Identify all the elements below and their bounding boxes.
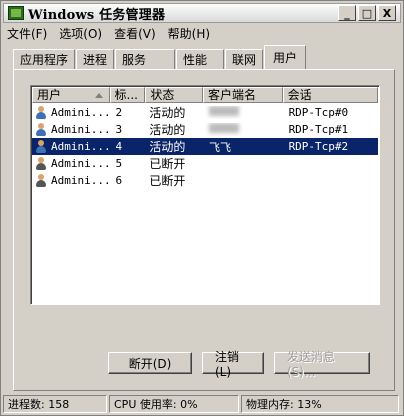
session-id: 5 [115, 157, 123, 170]
tab-applications[interactable]: 应用程序 [13, 49, 76, 69]
maximize-button[interactable]: □ [358, 5, 376, 21]
user-name: Admini... [51, 140, 110, 153]
tab-performance[interactable]: 性能 [176, 49, 225, 69]
column-user-label: 用户 [37, 88, 62, 102]
session-id: 3 [115, 123, 123, 136]
session-state: 活动的 [149, 106, 186, 120]
session-state: 已断开 [149, 157, 186, 171]
disconnect-button[interactable]: 断开(D) [108, 352, 192, 374]
table-row-selected[interactable]: Admini... 4 活动的 飞飞 RDP-Tcp#2 [32, 138, 378, 155]
logoff-button[interactable]: 注销(L) [202, 350, 264, 379]
column-state[interactable]: 状态 [145, 87, 204, 103]
table-row[interactable]: Admini... 6 已断开 [32, 172, 378, 189]
menu-view[interactable]: 查看(V) [114, 25, 156, 43]
session-state: 活动的 [149, 123, 186, 137]
cpu-usage: CPU 使用率: 0% [109, 395, 239, 413]
users-list[interactable]: 用户 标... 状态 客户端名 会话 Admini... 2 活动的 RDP-T… [30, 85, 380, 305]
session-name: RDP-Tcp#1 [288, 123, 349, 136]
column-client[interactable]: 客户端名 [203, 87, 283, 103]
blurred-client-name [209, 106, 240, 116]
status-bar: 进程数: 158 CPU 使用率: 0% 物理内存: 13% [3, 395, 401, 415]
task-manager-window: Windows 任务管理器 _ □ X 文件(F) 选项(O) 查看(V) 帮助… [0, 0, 404, 416]
process-count: 进程数: 158 [3, 395, 107, 413]
client-name [203, 106, 283, 119]
session-name: RDP-Tcp#2 [288, 140, 349, 153]
session-state: 已断开 [149, 174, 186, 188]
session-id: 2 [115, 106, 123, 119]
column-session[interactable]: 会话 [282, 87, 378, 103]
close-button[interactable]: X [378, 5, 396, 21]
tab-users[interactable]: 用户 [264, 45, 307, 69]
tab-strip: 应用程序 进程 服务 性能 联网 用户 [13, 45, 307, 69]
menu-help[interactable]: 帮助(H) [168, 25, 210, 43]
client-name: 飞飞 [209, 140, 232, 154]
user-name: Admini... [51, 174, 110, 187]
menu-bar: 文件(F) 选项(O) 查看(V) 帮助(H) [7, 25, 210, 43]
table-row[interactable]: Admini... 2 活动的 RDP-Tcp#0 [32, 104, 378, 121]
minimize-button[interactable]: _ [338, 5, 356, 21]
session-state: 活动的 [149, 140, 186, 154]
menu-options[interactable]: 选项(O) [59, 25, 102, 43]
user-name: Admini... [51, 123, 110, 136]
user-name: Admini... [51, 106, 110, 119]
tab-processes[interactable]: 进程 [76, 49, 115, 69]
disconnected-user-icon [34, 173, 48, 188]
session-id: 4 [115, 140, 123, 153]
title-bar[interactable]: Windows 任务管理器 _ □ X [3, 3, 401, 23]
sort-ascending-icon [94, 93, 103, 98]
session-name: RDP-Tcp#0 [288, 106, 349, 119]
column-user[interactable]: 用户 [32, 87, 110, 103]
tab-services[interactable]: 服务 [115, 49, 176, 69]
user-icon [34, 139, 48, 154]
window-title: Windows 任务管理器 [28, 7, 166, 23]
list-rows: Admini... 2 活动的 RDP-Tcp#0 Admini... 3 活动… [32, 104, 378, 189]
tab-networking[interactable]: 联网 [225, 49, 264, 69]
session-id: 6 [115, 174, 123, 187]
column-id[interactable]: 标... [109, 87, 146, 103]
table-row[interactable]: Admini... 3 活动的 RDP-Tcp#1 [32, 121, 378, 138]
blurred-client-name [209, 123, 240, 133]
table-row[interactable]: Admini... 5 已断开 [32, 155, 378, 172]
users-tab-panel: 用户 标... 状态 客户端名 会话 Admini... 2 活动的 RDP-T… [13, 69, 395, 391]
client-name [203, 123, 283, 136]
action-buttons: 断开(D) 注销(L) 发送消息(S)... [108, 350, 370, 379]
user-name: Admini... [51, 157, 110, 170]
task-manager-icon [8, 6, 24, 20]
disconnected-user-icon [34, 156, 48, 171]
send-message-button[interactable]: 发送消息(S)... [274, 350, 370, 379]
user-icon [34, 105, 48, 120]
menu-file[interactable]: 文件(F) [7, 25, 47, 43]
list-header: 用户 标... 状态 客户端名 会话 [32, 87, 378, 103]
user-icon [34, 122, 48, 137]
memory-usage: 物理内存: 13% [241, 395, 399, 413]
